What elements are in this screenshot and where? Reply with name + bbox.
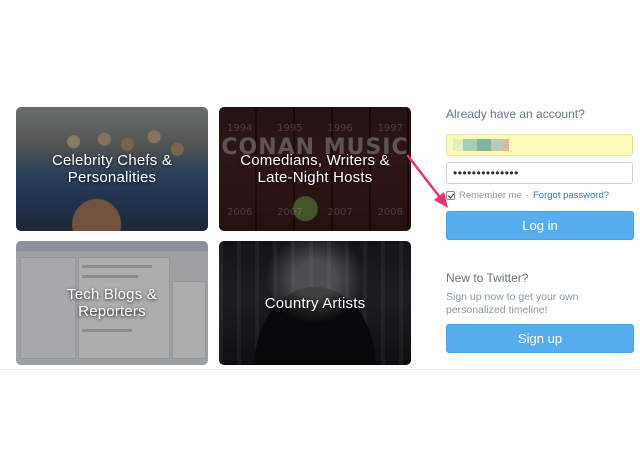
tile-label-line: Reporters xyxy=(78,303,146,320)
annotation-arrow-icon xyxy=(406,154,448,208)
forgot-password-link[interactable]: Forgot password? xyxy=(533,190,609,201)
tile-tech-blogs[interactable]: Tech Blogs & Reporters xyxy=(16,241,208,365)
tile-celebrity-chefs[interactable]: Celebrity Chefs & Personalities xyxy=(16,107,208,231)
login-button[interactable]: Log in xyxy=(446,211,634,240)
signup-button[interactable]: Sign up xyxy=(446,324,634,353)
tile-label-line: Personalities xyxy=(67,169,157,186)
remember-row: Remember me · Forgot password? xyxy=(446,190,609,201)
redacted-username xyxy=(453,139,509,151)
separator: · xyxy=(525,190,529,201)
signin-heading: Already have an account? xyxy=(446,107,585,121)
tile-label-line: Celebrity Chefs & xyxy=(51,152,173,169)
tile-label-line: Country Artists xyxy=(264,294,366,312)
signup-heading: New to Twitter? xyxy=(446,271,529,285)
username-field[interactable] xyxy=(446,134,633,156)
tile-country-artists[interactable]: Country Artists xyxy=(219,241,411,365)
password-field[interactable]: •••••••••••••• xyxy=(446,162,633,184)
remember-me-label[interactable]: Remember me xyxy=(459,190,522,201)
tile-label: Tech Blogs & Reporters xyxy=(61,286,163,320)
tile-label-line: Late-Night Hosts xyxy=(257,169,373,186)
signup-description: Sign up now to get your own personalized… xyxy=(446,291,579,316)
tile-label-line: Comedians, Writers & xyxy=(240,152,390,169)
tile-label: Country Artists xyxy=(259,295,372,312)
tile-label-line: Tech Blogs & xyxy=(67,286,157,303)
tile-comedians[interactable]: 1994 1995 1996 1997 CONAN MUSIC 2006 200… xyxy=(219,107,411,231)
tile-label: Celebrity Chefs & Personalities xyxy=(46,152,178,186)
tile-label: Comedians, Writers & Late-Night Hosts xyxy=(234,152,396,186)
page-divider xyxy=(0,369,640,370)
